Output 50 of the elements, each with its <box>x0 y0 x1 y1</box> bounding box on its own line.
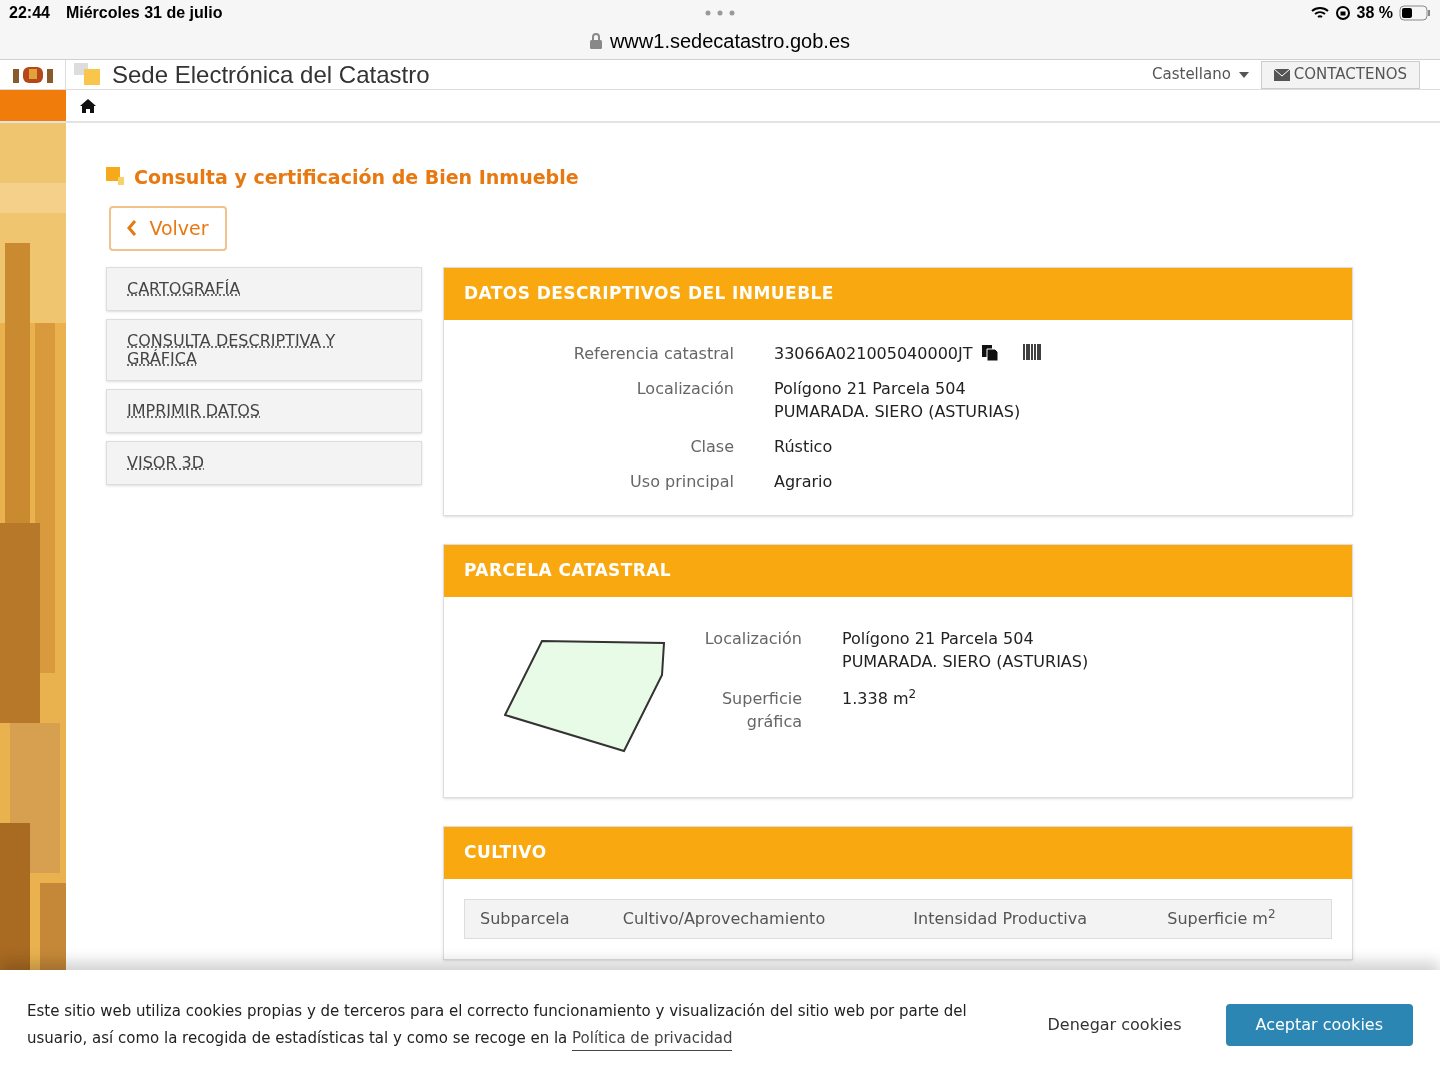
field-label: Superficie gráfica <box>720 687 802 733</box>
status-time: 22:44 <box>9 3 50 23</box>
side-menu-item[interactable]: VISOR 3D <box>106 440 422 485</box>
column-header: Intensidad Productiva <box>913 907 1088 930</box>
field-value: 1.338 m$^{2}$ <box>842 686 917 710</box>
site-title: Sede Electrónica del Catastro <box>112 62 430 87</box>
nav-accent <box>0 90 66 121</box>
battery-percent: 38 % <box>1356 3 1393 23</box>
field-label: Localización <box>703 627 802 650</box>
wifi-icon <box>1310 6 1329 20</box>
copy-icon[interactable] <box>980 344 999 362</box>
battery-icon <box>1399 5 1431 21</box>
envelope-icon <box>1273 68 1290 81</box>
column-header: Cultivo/Aprovechamiento <box>622 907 827 930</box>
privacy-link[interactable]: Política de privacidad <box>572 1029 733 1051</box>
side-menu-item[interactable]: CONSULTA DESCRIPTIVA Y GRÁFICA <box>106 318 422 381</box>
reference-value: 33066A021005040000JT <box>774 342 973 365</box>
accept-cookies-button[interactable]: Aceptar cookies <box>1225 1004 1413 1046</box>
field-value: Polígono 21 Parcela 504 <box>842 627 1035 650</box>
field-label: Uso principal <box>629 470 734 493</box>
side-menu-item[interactable]: IMPRIMIR DATOS <box>106 388 422 433</box>
language-dropdown[interactable]: Castellano <box>1152 63 1249 86</box>
lock-icon <box>589 33 602 49</box>
field-value: Rústico <box>774 435 833 458</box>
page-title: Consulta y certificación de Bien Inmueble <box>134 165 579 190</box>
field-value: PUMARADA. SIERO (ASTURIAS) <box>842 650 1089 673</box>
field-value: Polígono 21 Parcela 504 <box>774 377 967 400</box>
card-title: PARCELA CATASTRAL <box>464 558 672 582</box>
more-icon[interactable] <box>705 10 735 16</box>
side-menu-item[interactable]: CARTOGRAFÍA <box>106 266 422 311</box>
column-header: Superficie m$^{2}$ <box>1167 906 1277 930</box>
contact-button[interactable]: CONTACTENOS <box>1260 60 1420 89</box>
card-title: DATOS DESCRIPTIVOS DEL INMUEBLE <box>464 281 834 305</box>
home-icon[interactable] <box>80 97 96 114</box>
status-date: Miércoles 31 de julio <box>65 3 223 23</box>
field-label: Localización <box>635 377 734 400</box>
deny-cookies-button[interactable]: Denegar cookies <box>1039 1013 1190 1037</box>
column-header: Subparcela <box>480 907 571 930</box>
field-value: PUMARADA. SIERO (ASTURIAS) <box>774 400 1021 423</box>
rotation-lock-icon <box>1334 5 1351 21</box>
chevron-left-icon <box>127 220 138 236</box>
caret-icon <box>1238 71 1249 78</box>
barcode-icon[interactable] <box>1022 344 1041 362</box>
cookie-text: Este sitio web utiliza cookies propias y de terceros para el correcto funcionamiento y visualización del sitio web por parte del usuario, así como la recogida de estadísticas tal y como se recoge en la Política de privacidad <box>27 998 1004 1052</box>
field-label: Clase <box>689 435 734 458</box>
section-icon <box>106 167 126 188</box>
field-value: Agrario <box>774 470 833 493</box>
url-field[interactable]: www1.sedecatastro.gob.es <box>609 26 851 56</box>
card-title: CULTIVO <box>464 840 547 864</box>
field-label: Referencia catastral <box>572 342 734 365</box>
